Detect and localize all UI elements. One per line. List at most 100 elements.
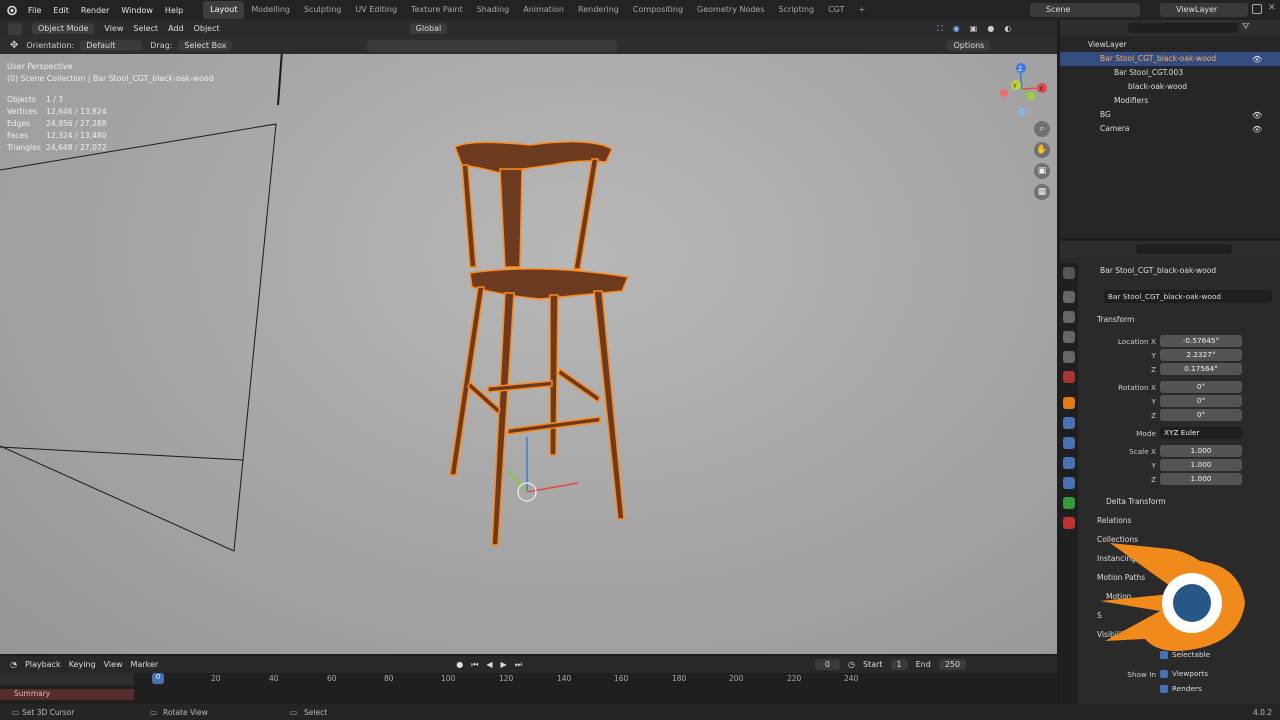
menu-help[interactable]: Help [159, 6, 189, 15]
properties-search[interactable] [1136, 244, 1232, 254]
rotation-y-field[interactable]: 0° [1160, 395, 1242, 407]
object-name-field[interactable]: Bar Stool_CGT_black-oak-wood [1104, 290, 1272, 303]
eye-icon[interactable]: 👁 [1252, 55, 1262, 64]
grid-view-icon[interactable]: ▦ [1034, 184, 1050, 200]
menu-view[interactable]: View [104, 24, 123, 33]
add-workspace-icon[interactable]: + [851, 1, 872, 19]
output-tab-icon[interactable] [1063, 311, 1075, 323]
shading-solid-icon[interactable]: ● [987, 24, 994, 33]
world-tab-icon[interactable] [1063, 371, 1075, 383]
tab-scripting[interactable]: Scripting [772, 1, 822, 19]
tab-cgt[interactable]: CGT [821, 1, 851, 19]
outliner-row-camera[interactable]: Camera [1060, 122, 1280, 136]
clock-icon[interactable]: ◷ [848, 660, 855, 669]
location-y-field[interactable]: 2.2327° [1160, 349, 1242, 361]
menu-add[interactable]: Add [168, 24, 184, 33]
location-z-field[interactable]: 0.17564° [1160, 363, 1242, 375]
timeline-editor-icon[interactable]: ◔ [10, 660, 17, 669]
xray-icon[interactable]: ▣ [970, 24, 978, 33]
end-frame-field[interactable]: 250 [938, 659, 967, 670]
timeline-search[interactable] [0, 673, 134, 685]
physics-tab-icon[interactable] [1063, 457, 1075, 469]
menu-keying[interactable]: Keying [69, 660, 96, 669]
play-icon[interactable]: ▶ [501, 660, 507, 669]
mode-dropdown[interactable]: Object Mode [32, 23, 95, 34]
filter-icon[interactable]: ⛛ [1242, 22, 1250, 32]
particles-tab-icon[interactable] [1063, 437, 1075, 449]
remove-icon[interactable]: ✕ [1268, 3, 1276, 13]
renders-checkbox[interactable] [1160, 685, 1168, 693]
pan-hand-icon[interactable]: ✋ [1034, 142, 1050, 158]
viewport-search-field[interactable] [367, 39, 618, 52]
scene-tab-icon[interactable] [1063, 351, 1075, 363]
timeline-area[interactable]: Summary 0 20 40 60 80 100 120 140 160 18… [0, 673, 1057, 704]
view-layer-selector[interactable]: ViewLayer [1160, 3, 1248, 17]
tab-sculpting[interactable]: Sculpting [297, 1, 348, 19]
relations-header[interactable]: Relations [1097, 516, 1131, 525]
drag-dropdown[interactable]: Select Box [178, 40, 233, 51]
menu-select[interactable]: Select [133, 24, 158, 33]
viewports-checkbox[interactable] [1160, 670, 1168, 678]
transform-header[interactable]: Transform [1097, 315, 1134, 324]
eye-icon[interactable]: 👁 [1252, 125, 1262, 134]
tab-rendering[interactable]: Rendering [571, 1, 626, 19]
zoom-icon[interactable]: ⌕ [1034, 121, 1050, 137]
scale-x-field[interactable]: 1.000 [1160, 445, 1242, 457]
delta-transform-header[interactable]: Delta Transform [1106, 497, 1166, 506]
tab-modelling[interactable]: Modelling [244, 1, 297, 19]
record-icon[interactable]: ● [456, 660, 463, 669]
menu-window[interactable]: Window [115, 6, 159, 15]
menu-view-timeline[interactable]: View [104, 660, 123, 669]
move-tool-icon[interactable]: ✥ [10, 40, 18, 51]
camera-view-icon[interactable]: ▣ [1034, 163, 1050, 179]
outliner-row-modifiers[interactable]: Modifiers [1060, 94, 1280, 108]
shading-material-icon[interactable]: ◐ [1004, 24, 1011, 33]
tool-tab-icon[interactable] [1063, 267, 1075, 279]
outliner-row-material[interactable]: black-oak-wood [1060, 80, 1280, 94]
outliner-row-viewlayer[interactable]: ViewLayer [1060, 38, 1280, 52]
scene-selector[interactable]: Scene [1030, 3, 1140, 17]
menu-marker[interactable]: Marker [131, 660, 159, 669]
modifier-tab-icon[interactable] [1063, 417, 1075, 429]
object-tab-icon[interactable] [1063, 397, 1075, 409]
summary-channel[interactable]: Summary [0, 689, 134, 700]
location-x-field[interactable]: -0.57645° [1160, 335, 1242, 347]
outliner-row-stool[interactable]: Bar Stool_CGT_black-oak-wood [1060, 52, 1280, 66]
transform-orientation-dropdown[interactable]: Global [409, 23, 448, 34]
options-dropdown[interactable]: Options [947, 40, 991, 51]
menu-object[interactable]: Object [194, 24, 220, 33]
overlay-toggle-icon[interactable]: ◉ [953, 24, 960, 33]
rotation-x-field[interactable]: 0° [1160, 381, 1242, 393]
material-tab-icon[interactable] [1063, 517, 1075, 529]
scale-z-field[interactable]: 1.000 [1160, 473, 1242, 485]
outliner-search[interactable] [1128, 23, 1238, 33]
rotation-z-field[interactable]: 0° [1160, 409, 1242, 421]
data-tab-icon[interactable] [1063, 497, 1075, 509]
tab-geometry-nodes[interactable]: Geometry Nodes [690, 1, 771, 19]
start-frame-field[interactable]: 1 [890, 659, 908, 670]
3d-viewport[interactable]: X Z Y User Perspective (0) Scene Collect… [0, 37, 1057, 654]
render-tab-icon[interactable] [1063, 291, 1075, 303]
tab-layout[interactable]: Layout [203, 1, 245, 19]
play-reverse-icon[interactable]: ◀ [486, 660, 492, 669]
tab-animation[interactable]: Animation [516, 1, 571, 19]
jump-start-icon[interactable]: ⏮ [471, 660, 478, 670]
menu-file[interactable]: File [22, 6, 47, 15]
view-layer-tab-icon[interactable] [1063, 331, 1075, 343]
tab-uv-editing[interactable]: UV Editing [348, 1, 404, 19]
tab-shading[interactable]: Shading [470, 1, 517, 19]
copy-icon[interactable] [1252, 4, 1262, 14]
rotation-mode-dropdown[interactable]: XYZ Euler [1160, 427, 1242, 439]
constraints-tab-icon[interactable] [1063, 477, 1075, 489]
bar-stool-model[interactable] [449, 141, 630, 546]
scale-y-field[interactable]: 1.000 [1160, 459, 1242, 471]
outliner-row-mesh[interactable]: Bar Stool_CGT.003 [1060, 66, 1280, 80]
gizmo-toggle-icon[interactable]: ⛶ [937, 24, 943, 34]
menu-playback[interactable]: Playback [25, 660, 61, 669]
outliner-row-bg[interactable]: BG [1060, 108, 1280, 122]
frame-indicator[interactable]: 0 [152, 673, 164, 684]
eye-icon[interactable]: 👁 [1252, 111, 1262, 120]
tab-texture-paint[interactable]: Texture Paint [404, 1, 470, 19]
menu-render[interactable]: Render [75, 6, 115, 15]
orientation-dropdown[interactable]: Default [80, 40, 143, 51]
